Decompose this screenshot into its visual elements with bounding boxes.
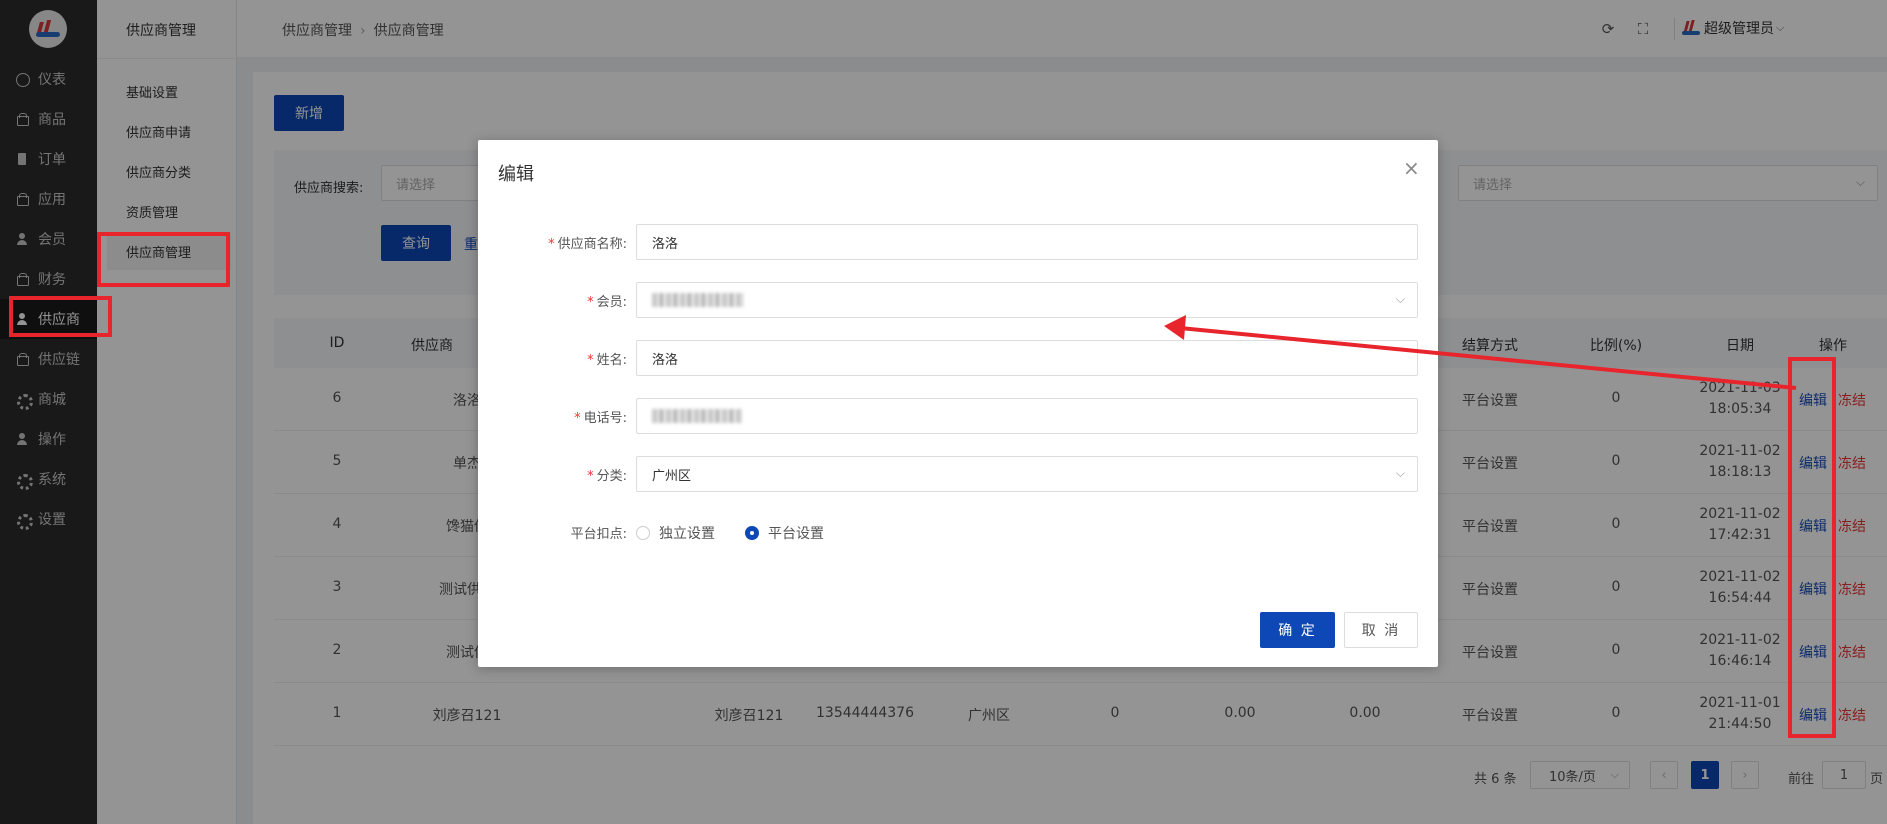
field-label-supplier-name: * 供应商名称: (548, 233, 627, 252)
required-mark: * (548, 237, 555, 252)
label-text: 姓名: (596, 353, 627, 368)
radio-independent[interactable] (636, 526, 650, 540)
cancel-button[interactable]: 取 消 (1344, 612, 1418, 648)
edit-dialog: 编辑 × * 供应商名称: 洛洛 * 会员: ⌵ * 姓名: 洛洛 * 电话号: * 分类… (478, 140, 1438, 667)
redacted-value (652, 293, 744, 307)
label-text: 电话号: (583, 411, 627, 426)
annotation-highlight-box (9, 296, 112, 337)
field-label-realname: * 姓名: (587, 349, 627, 368)
annotation-highlight-box (97, 232, 230, 287)
input-value: 洛洛 (652, 352, 679, 368)
confirm-button[interactable]: 确 定 (1260, 612, 1335, 648)
required-mark: * (587, 295, 594, 310)
required-mark: * (587, 353, 594, 368)
realname-input[interactable]: 洛洛 (636, 340, 1418, 376)
radio-label[interactable]: 平台设置 (768, 523, 824, 543)
radio-platform[interactable] (745, 526, 759, 540)
input-value: 洛洛 (652, 236, 679, 252)
phone-input[interactable] (636, 398, 1418, 434)
deduct-radio-group: 独立设置 平台设置 (636, 523, 824, 543)
radio-label[interactable]: 独立设置 (659, 523, 715, 543)
field-label-deduct: 平台扣点: (570, 527, 627, 542)
label-text: 会员: (596, 295, 627, 310)
supplier-name-input[interactable]: 洛洛 (636, 224, 1418, 260)
select-value: 广州区 (652, 468, 692, 484)
label-text: 供应商名称: (557, 237, 627, 252)
required-mark: * (574, 411, 581, 426)
category-select[interactable]: 广州区 ⌵ (636, 456, 1418, 492)
chevron-down-icon: ⌵ (1395, 292, 1405, 306)
member-select[interactable]: ⌵ (636, 282, 1418, 318)
redacted-value (652, 409, 742, 423)
chevron-down-icon: ⌵ (1395, 466, 1405, 480)
field-label-category: * 分类: (587, 465, 627, 484)
field-label-phone: * 电话号: (574, 407, 627, 426)
dialog-title: 编辑 (498, 164, 534, 185)
close-icon[interactable]: × (1403, 158, 1420, 178)
annotation-highlight-box (1788, 357, 1836, 738)
field-label-member: * 会员: (587, 291, 627, 310)
required-mark: * (587, 469, 594, 484)
label-text: 分类: (596, 469, 627, 484)
